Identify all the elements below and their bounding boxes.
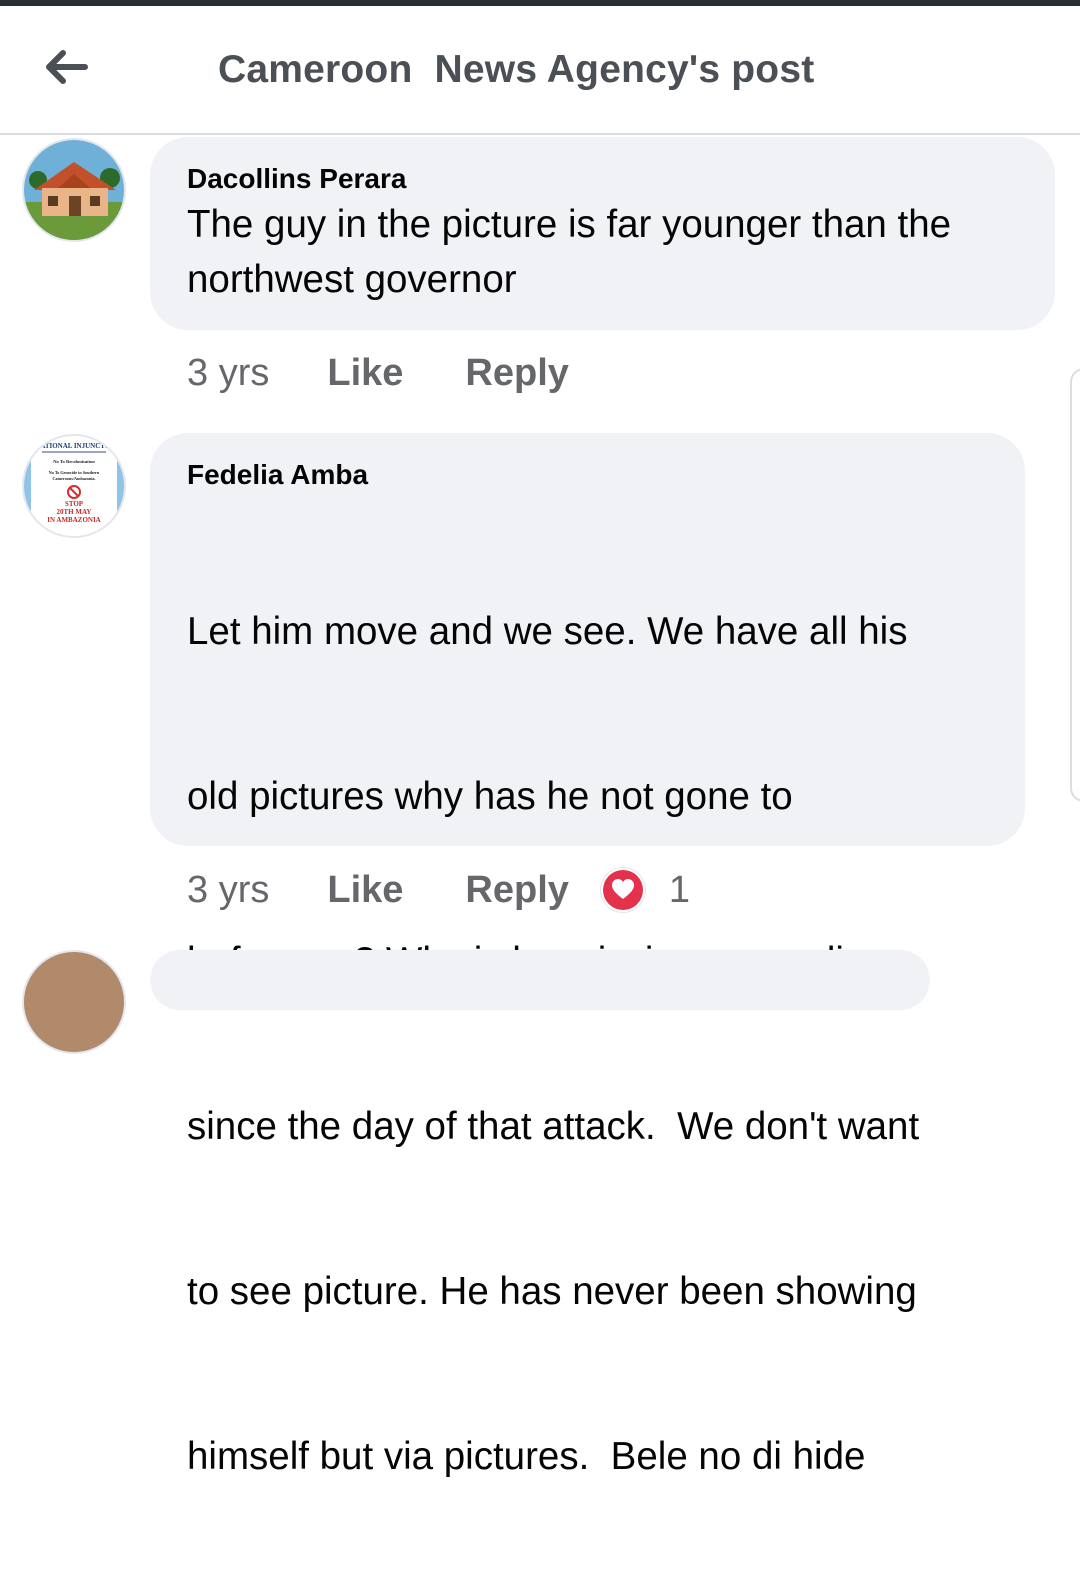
scrollbar[interactable] (1070, 368, 1080, 802)
comment-line: old pictures why has he not gone to (187, 775, 793, 818)
like-button[interactable]: Like (327, 869, 403, 912)
reaction-count[interactable]: 1 (669, 869, 690, 912)
poster-line: IN AMBAZONIA (47, 516, 100, 524)
avatar[interactable] (22, 950, 126, 1054)
avatar[interactable]: ATIONAL INJUNCTI No To Recolonisation No… (22, 434, 126, 538)
love-reaction-icon (602, 870, 643, 910)
comment-author[interactable]: Fedelia Amba (187, 459, 368, 491)
poster-avatar-icon: ATIONAL INJUNCTI No To Recolonisation No… (24, 436, 124, 536)
page-title: Cameroon News Agency's post (218, 48, 815, 91)
like-button[interactable]: Like (327, 352, 403, 395)
comment-line: northwest governor (187, 258, 517, 301)
comment-line: himself but via pictures. Bele no di hid… (187, 1435, 866, 1478)
reaction-summary[interactable] (600, 868, 645, 912)
comment-text: The guy in the picture is far younger th… (187, 197, 951, 307)
post-header: Cameroon News Agency's post (0, 6, 1080, 135)
poster-line: No To Recolonisation (53, 459, 95, 464)
comment-bubble[interactable] (150, 950, 930, 1010)
poster-line: No To Genocide in Southern (49, 470, 100, 475)
comment-line: The guy in the picture is far younger th… (187, 203, 952, 246)
avatar[interactable] (22, 138, 126, 242)
comment-line: since the day of that attack. We don't w… (187, 1105, 920, 1148)
comment-actions: 3 yrs Like Reply 1 (187, 868, 690, 912)
comment-time: 3 yrs (187, 352, 270, 394)
back-button[interactable] (38, 42, 94, 92)
comment-text: Let him move and we see. We have all his… (187, 494, 919, 1594)
poster-line: STOP (65, 500, 84, 508)
comment-time: 3 yrs (187, 868, 270, 911)
comment-author[interactable]: Dacollins Perara (187, 163, 406, 195)
comment-actions: 3 yrs Like Reply (187, 352, 569, 395)
arrow-left-icon (46, 50, 88, 84)
poster-line: 20TH MAY (57, 508, 92, 516)
comment-bubble[interactable]: Fedelia Amba Let him move and we see. We… (150, 433, 1025, 1478)
poster-line: Cameroons/Ambazonia. (52, 476, 95, 481)
reply-button[interactable]: Reply (465, 352, 568, 395)
comment-bubble[interactable]: Dacollins Perara The guy in the picture … (150, 137, 1055, 330)
house-avatar-icon (24, 140, 124, 240)
comment-line: Let him move and we see. We have all his (187, 610, 908, 653)
reply-button[interactable]: Reply (465, 869, 568, 912)
poster-heading: ATIONAL INJUNCTI (40, 442, 108, 450)
comment-line: to see picture. He has never been showin… (187, 1270, 917, 1313)
